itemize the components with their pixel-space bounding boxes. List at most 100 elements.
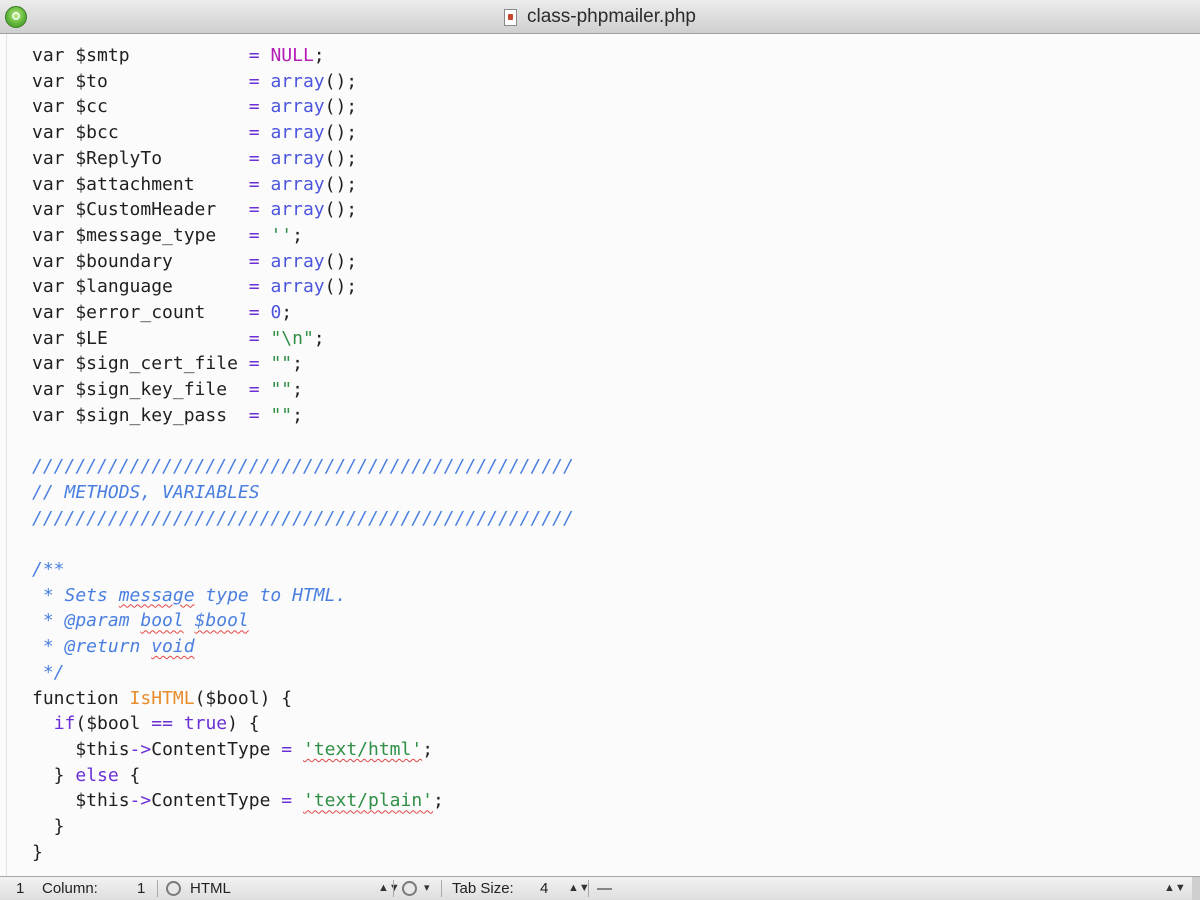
code-token: ;: [292, 224, 303, 246]
symbol-stepper-icon[interactable]: ▲▼: [1164, 877, 1186, 900]
code-line: function IsHTML($bool) {: [32, 687, 292, 711]
code-token: else: [75, 764, 119, 786]
title-bar: class-phpmailer.php: [0, 0, 1200, 34]
code-token: =: [248, 70, 271, 92]
code-line: * @return void: [32, 635, 195, 659]
code-token: ;: [422, 738, 434, 760]
code-token: ->: [129, 790, 152, 812]
code-token: =: [248, 173, 271, 195]
code-line: ////////////////////////////////////////…: [32, 455, 574, 479]
code-token: function: [32, 687, 130, 709]
code-token: var $ReplyTo: [32, 147, 249, 169]
code-line: var $CustomHeader = array();: [32, 198, 357, 222]
code-token: =: [248, 224, 271, 246]
code-token: }: [32, 841, 43, 863]
code-token: var $language: [32, 276, 249, 298]
gear-menu-chevron-icon[interactable]: ▾: [424, 877, 430, 900]
code-line: */: [32, 661, 65, 685]
code-token: 'text/html': [302, 738, 423, 760]
tab-size-stepper-icon[interactable]: ▲▼: [568, 877, 590, 900]
code-token: $bool: [194, 610, 249, 632]
code-token: }: [32, 764, 76, 786]
code-token: array: [270, 276, 325, 298]
code-token: array: [270, 70, 325, 92]
tab-size-label[interactable]: Tab Size:: [452, 877, 514, 900]
code-line: ////////////////////////////////////////…: [32, 507, 574, 531]
code-token: ();: [324, 173, 358, 195]
code-token: var $cc: [32, 96, 249, 118]
code-line: * Sets message type to HTML.: [32, 584, 346, 608]
code-token: ==: [151, 713, 173, 735]
code-line: var $error_count = 0;: [32, 301, 292, 325]
code-line: var $ReplyTo = array();: [32, 147, 357, 171]
code-line: }: [32, 815, 65, 839]
code-line: var $message_type = '';: [32, 224, 303, 248]
code-token: =: [248, 327, 271, 349]
code-token: ContentType: [151, 790, 282, 812]
status-divider: [588, 880, 589, 897]
code-token: ;: [281, 302, 293, 323]
code-line: var $cc = array();: [32, 95, 357, 119]
code-token: ();: [324, 276, 358, 298]
code-token: =: [248, 122, 271, 144]
code-token: =: [281, 790, 293, 812]
code-token: ($bool: [75, 713, 152, 735]
column-number: 1: [137, 880, 146, 897]
code-token: var $error_count: [32, 302, 249, 323]
code-line: } else {: [32, 764, 141, 788]
code-token: =: [248, 302, 271, 323]
code-token: =: [248, 404, 271, 426]
php-file-icon: [504, 8, 517, 26]
code-token: ;: [292, 353, 303, 375]
symbol-selector[interactable]: —: [597, 877, 612, 900]
code-token: ();: [324, 70, 358, 92]
status-divider: [157, 880, 158, 897]
code-token: var $attachment: [32, 173, 249, 195]
code-line: var $to = array();: [32, 70, 357, 94]
code-line: $this->ContentType = 'text/html';: [32, 738, 433, 762]
code-token: $this: [32, 790, 130, 812]
code-token: =: [248, 250, 271, 272]
code-line: $this->ContentType = 'text/plain';: [32, 789, 444, 813]
code-token: /**: [32, 559, 65, 580]
code-token: ();: [324, 96, 358, 118]
code-token: ////////////////////////////////////////…: [32, 507, 574, 529]
code-token: array: [270, 147, 325, 169]
code-editor[interactable]: var $smtp = NULL; var $to = array(); var $…: [0, 34, 1200, 876]
code-token: =: [281, 738, 293, 760]
code-token: =: [248, 199, 271, 221]
code-token: array: [270, 122, 325, 144]
tab-size-value[interactable]: 4: [540, 877, 548, 900]
code-line: }: [32, 841, 43, 865]
language-selector[interactable]: HTML: [190, 877, 231, 900]
code-line: * @param bool $bool: [32, 609, 249, 633]
code-token: bool: [140, 610, 184, 632]
gear-icon[interactable]: [402, 881, 417, 896]
status-divider: [441, 880, 442, 897]
code-line: var $boundary = array();: [32, 250, 357, 274]
code-token: ;: [292, 379, 303, 401]
code-token: var $sign_key_pass: [32, 404, 249, 426]
code-token: if: [53, 713, 76, 735]
code-line: /**: [32, 558, 65, 582]
gutter-divider: [6, 34, 7, 876]
code-token: var $CustomHeader: [32, 199, 249, 221]
code-token: "": [270, 379, 293, 401]
resize-corner[interactable]: [1192, 877, 1200, 900]
code-token: message: [118, 584, 195, 606]
code-token: array: [270, 250, 325, 272]
code-token: ;: [313, 45, 325, 66]
code-token: IsHTML: [129, 687, 195, 709]
code-token: var $message_type: [32, 224, 249, 246]
code-token: 0: [270, 302, 282, 323]
code-token: {: [118, 764, 141, 786]
code-token: void: [151, 636, 195, 658]
language-stepper-icon[interactable]: ▲▼: [378, 877, 400, 900]
code-token: */: [32, 661, 65, 683]
code-line: var $bcc = array();: [32, 121, 357, 145]
code-token: ;: [313, 327, 325, 349]
